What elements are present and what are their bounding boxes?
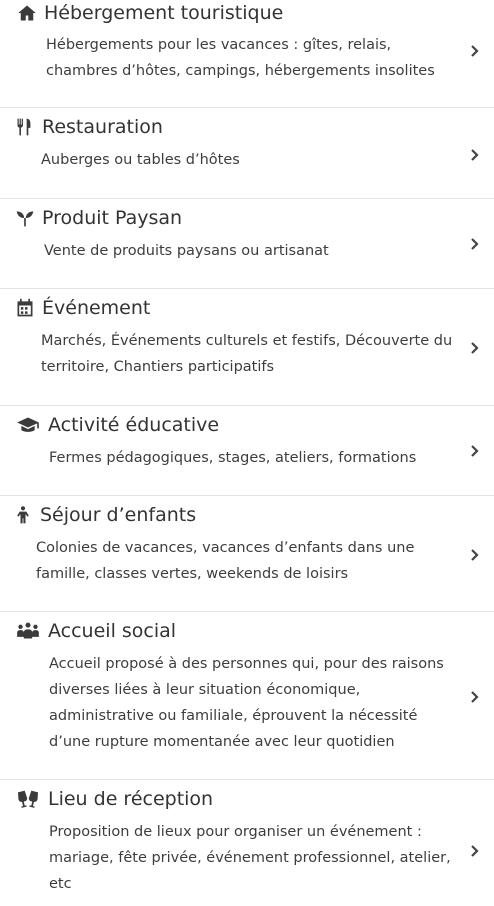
category-description: Vente de produits paysans ou artisanat xyxy=(44,243,329,259)
chevron-right-icon xyxy=(468,43,482,57)
category-description: Colonies de vacances, vacances d’enfants… xyxy=(36,540,415,582)
child-icon xyxy=(12,504,34,526)
category-description: Hébergements pour les vacances : gîtes, … xyxy=(46,37,435,79)
category-item-sejour-enfants[interactable]: Séjour d’enfants Colonies de vacances, v… xyxy=(0,496,494,612)
chevron-right-icon xyxy=(468,340,482,354)
users-icon xyxy=(14,620,42,642)
chevron-right-icon xyxy=(468,843,482,857)
category-item-accueil-social[interactable]: Accueil social Accueil proposé à des per… xyxy=(0,612,494,780)
category-description: Proposition de lieux pour organiser un é… xyxy=(49,824,451,892)
category-item-produit-paysan[interactable]: Produit Paysan Vente de produits paysans… xyxy=(0,199,494,289)
category-item-hebergement[interactable]: Hébergement touristique Hébergements pou… xyxy=(0,0,494,108)
category-title: Produit Paysan xyxy=(42,207,183,229)
category-title: Accueil social xyxy=(48,620,177,642)
category-description: Accueil proposé à des personnes qui, pou… xyxy=(49,656,444,750)
category-description: Fermes pédagogiques, stages, ateliers, f… xyxy=(49,450,417,466)
category-item-restauration[interactable]: Restauration Auberges ou tables d’hôtes xyxy=(0,108,494,199)
category-item-lieu-reception[interactable]: Lieu de réception Proposition de lieux p… xyxy=(0,780,494,906)
category-title: Restauration xyxy=(42,116,163,138)
calendar-icon xyxy=(14,297,36,319)
utensils-icon xyxy=(14,116,36,138)
category-title: Activité éducative xyxy=(48,414,220,436)
category-title: Événement xyxy=(42,297,151,319)
chevron-right-icon xyxy=(468,147,482,161)
category-title: Séjour d’enfants xyxy=(40,504,197,526)
glasses-cheers-icon xyxy=(14,788,42,810)
category-title: Hébergement touristique xyxy=(44,2,284,24)
category-title: Lieu de réception xyxy=(48,788,214,810)
seedling-icon xyxy=(14,207,36,229)
category-description: Marchés, Événements culturels et festifs… xyxy=(41,333,453,375)
category-item-evenement[interactable]: Événement Marchés, Événements culturels … xyxy=(0,289,494,406)
category-item-activite-educative[interactable]: Activité éducative Fermes pédagogiques, … xyxy=(0,406,494,496)
chevron-right-icon xyxy=(468,547,482,561)
category-description: Auberges ou tables d’hôtes xyxy=(41,152,240,168)
chevron-right-icon xyxy=(468,689,482,703)
chevron-right-icon xyxy=(468,236,482,250)
chevron-right-icon xyxy=(468,443,482,457)
graduation-cap-icon xyxy=(14,414,42,436)
category-list: Hébergement touristique Hébergements pou… xyxy=(0,0,494,906)
home-icon xyxy=(16,2,38,24)
